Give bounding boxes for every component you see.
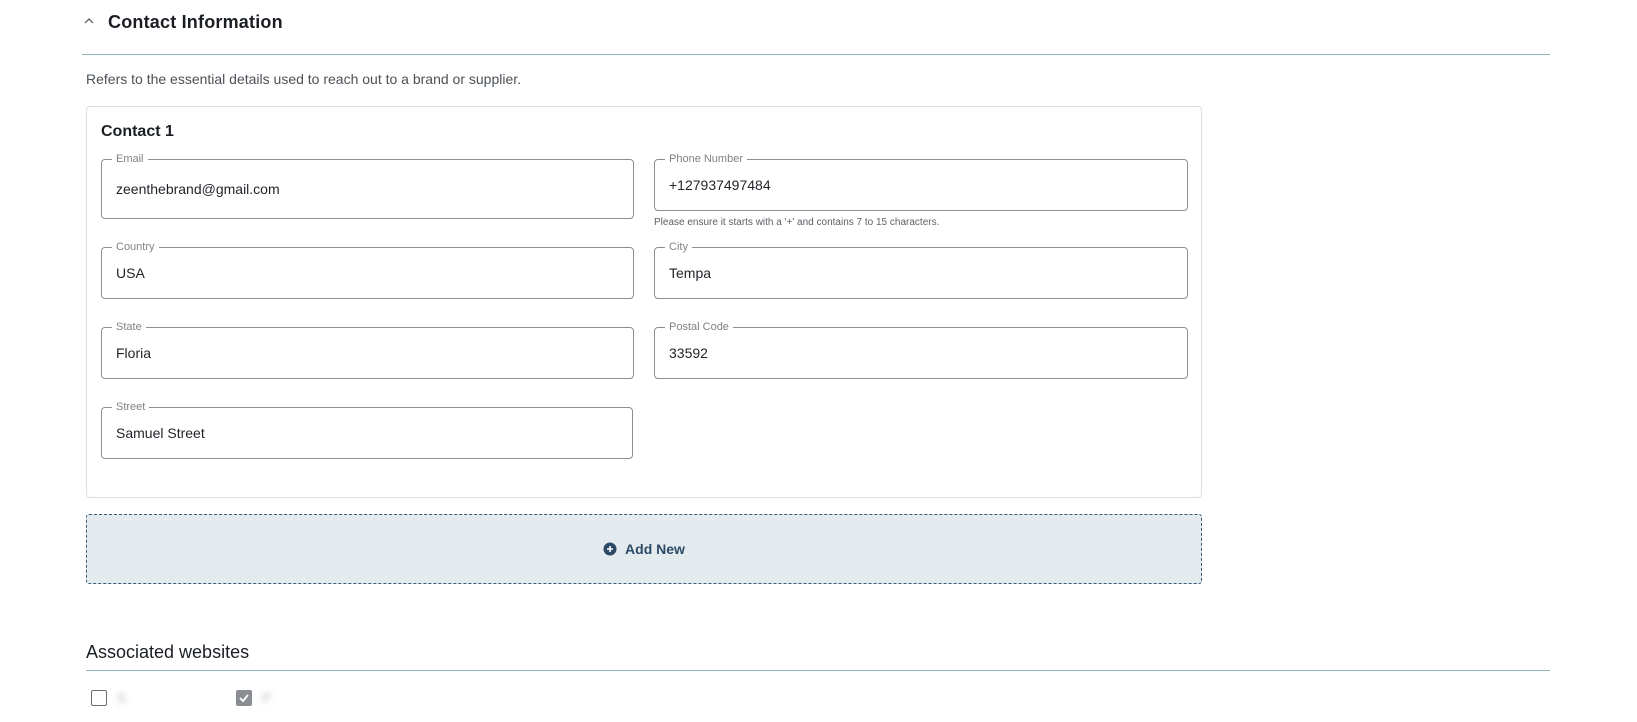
contact-title: Contact 1 (101, 123, 174, 140)
add-new-button[interactable]: Add New (86, 514, 1202, 584)
city-input[interactable] (669, 248, 1177, 298)
collapse-button[interactable] (82, 14, 98, 30)
associated-websites-title: Associated websites (86, 642, 250, 662)
country-input[interactable] (116, 248, 623, 298)
city-field: City (654, 240, 1188, 299)
website-checkbox[interactable] (91, 690, 107, 706)
website-label: S (117, 690, 127, 706)
phone-input[interactable] (669, 160, 1177, 210)
postal-code-field: Postal Code (654, 320, 1188, 379)
country-field: Country (101, 240, 634, 299)
state-input[interactable] (116, 328, 623, 378)
check-icon (239, 694, 249, 703)
street-input[interactable] (116, 408, 622, 458)
chevron-up-icon (84, 18, 94, 24)
state-field: State (101, 320, 634, 379)
website-option[interactable]: P (236, 688, 271, 708)
associated-websites-header: Associated websites (86, 640, 1550, 671)
contact-card: Contact 1 Email Phone Number Please ensu… (86, 106, 1202, 498)
website-option[interactable]: S (91, 688, 126, 708)
phone-field: Phone Number (654, 152, 1188, 211)
street-field: Street (101, 400, 633, 459)
postal-code-input[interactable] (669, 328, 1177, 378)
plus-circle-icon (603, 542, 617, 556)
section-title: Contact Information (108, 12, 283, 32)
website-label: P (262, 690, 272, 706)
page: Contact Information Refers to the essent… (0, 0, 1637, 722)
email-input[interactable] (116, 160, 623, 218)
email-field: Email (101, 152, 634, 219)
add-new-label: Add New (625, 541, 685, 557)
website-checkbox-checked[interactable] (236, 690, 252, 706)
section-description: Refers to the essential details used to … (86, 71, 522, 87)
phone-helper-text: Please ensure it starts with a '+' and c… (654, 217, 940, 228)
contact-information-header: Contact Information (82, 8, 1550, 55)
